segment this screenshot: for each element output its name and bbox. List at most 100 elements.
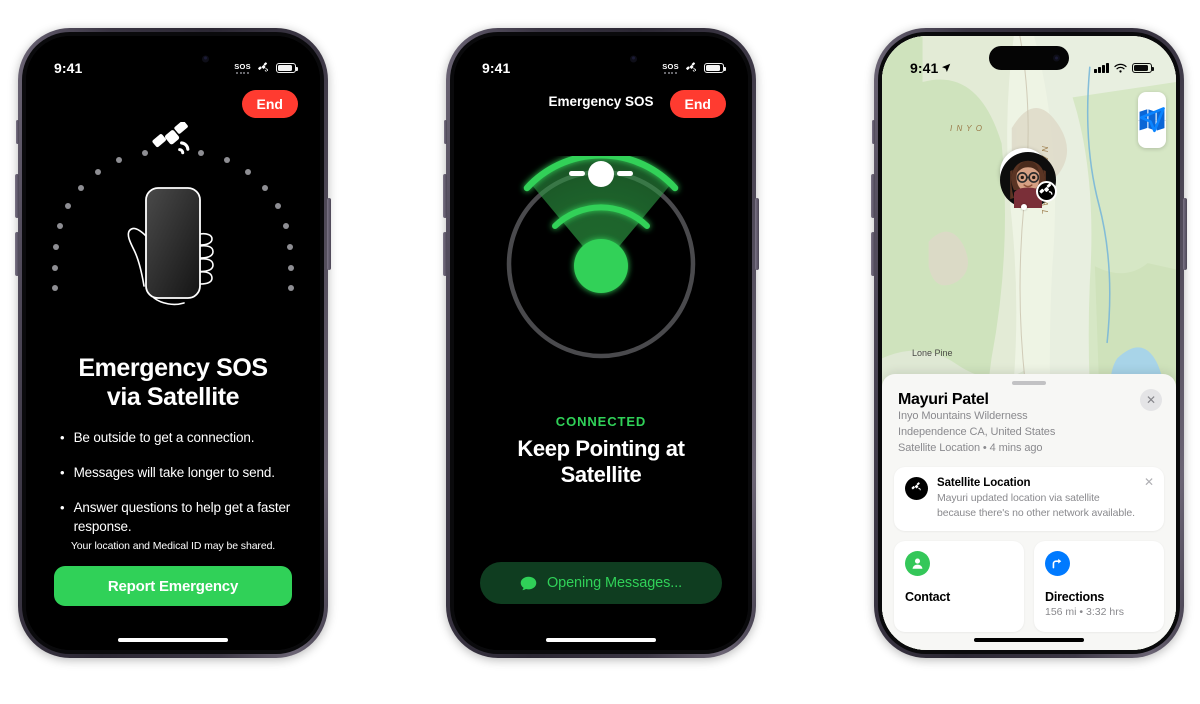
volume-up-button[interactable] bbox=[443, 174, 447, 218]
hand-holding-phone-icon bbox=[127, 187, 214, 306]
satellite-icon bbox=[258, 61, 269, 72]
phone-frame: 9:41 SOS bbox=[15, 28, 331, 658]
device-marker bbox=[574, 239, 628, 293]
phone-screen-1: 9:41 SOS End Emergency SOS via Satellite… bbox=[26, 36, 320, 650]
status-indicators bbox=[1094, 63, 1154, 74]
status-bar: 9:41 bbox=[882, 36, 1176, 86]
title-line-2: via Satellite bbox=[106, 383, 240, 411]
location-arrow-icon bbox=[1139, 107, 1165, 133]
title-line-1: Emergency SOS bbox=[78, 354, 268, 382]
phone-frame: I N Y O N A T I O N A L Lone Pine bbox=[871, 28, 1187, 658]
bullet-dot: • bbox=[60, 430, 65, 445]
cellular-bars-icon bbox=[1094, 63, 1109, 73]
satellite-panel-left bbox=[569, 171, 585, 176]
end-button[interactable]: End bbox=[241, 90, 298, 118]
opening-messages-label: Opening Messages... bbox=[546, 575, 683, 591]
silent-switch[interactable] bbox=[872, 120, 875, 144]
notice-title: Satellite Location bbox=[937, 476, 1031, 489]
message-bubble-icon bbox=[520, 576, 537, 590]
phone-screen-2: 9:41 SOS Emergency SOS End CONNECTED Kee… bbox=[454, 36, 748, 650]
contact-button[interactable]: Contact bbox=[894, 540, 1024, 632]
silent-switch[interactable] bbox=[444, 120, 447, 144]
headline-line-2: Satellite bbox=[560, 462, 642, 488]
person-location-1: Inyo Mountains Wilderness bbox=[898, 410, 1028, 422]
status-bar: 9:41 SOS bbox=[454, 36, 748, 86]
phone-bezel: I N Y O N A T I O N A L Lone Pine bbox=[878, 32, 1180, 654]
map-label-lone-pine: Lone Pine bbox=[912, 348, 953, 358]
person-timestamp: Satellite Location • 4 mins ago bbox=[898, 441, 1043, 454]
sos-illustration bbox=[26, 108, 320, 348]
status-time: 9:41 bbox=[910, 60, 951, 76]
satellite-marker bbox=[588, 161, 614, 187]
status-time: 9:41 bbox=[54, 60, 83, 76]
opening-messages-button[interactable]: Opening Messages... bbox=[480, 562, 722, 604]
bullet-text: Answer questions to help get a faster re… bbox=[73, 500, 291, 534]
power-button[interactable] bbox=[755, 198, 759, 270]
pin-tip bbox=[1021, 204, 1027, 210]
place-card-sheet: Mayuri Patel Inyo Mountains Wilderness I… bbox=[882, 374, 1176, 650]
power-button[interactable] bbox=[327, 198, 331, 270]
sos-indicator: SOS bbox=[234, 62, 251, 74]
person-location-2: Independence CA, United States bbox=[898, 425, 1056, 438]
bullet-dot: • bbox=[60, 500, 65, 515]
phone-mockup-1: 9:41 SOS End Emergency SOS via Satellite… bbox=[15, 28, 331, 658]
battery-icon bbox=[276, 63, 298, 73]
home-indicator[interactable] bbox=[546, 637, 656, 642]
volume-down-button[interactable] bbox=[15, 232, 19, 276]
status-indicators: SOS bbox=[662, 61, 726, 75]
map-label-park-1: I N Y O bbox=[950, 124, 983, 133]
volume-down-button[interactable] bbox=[871, 232, 875, 276]
phone-frame: 9:41 SOS bbox=[443, 28, 759, 658]
list-item: • Be outside to get a connection. bbox=[60, 428, 298, 447]
location-arrow-icon bbox=[942, 63, 951, 72]
wifi-icon bbox=[1114, 63, 1127, 73]
phone-bezel: 9:41 SOS bbox=[22, 32, 324, 654]
status-bar: 9:41 SOS bbox=[26, 36, 320, 86]
page-title: Emergency SOS via Satellite bbox=[26, 354, 320, 412]
satellite-panel-right bbox=[617, 171, 633, 176]
battery-icon bbox=[1132, 63, 1154, 73]
satellite-icon bbox=[686, 61, 697, 72]
person-icon bbox=[905, 550, 930, 576]
list-item: • Answer questions to help get a faster … bbox=[60, 498, 298, 536]
phone-bezel: 9:41 SOS bbox=[450, 32, 752, 654]
satellite-pointing-radar bbox=[506, 156, 696, 359]
phone-mockup-3: I N Y O N A T I O N A L Lone Pine bbox=[871, 28, 1187, 658]
phone-mockup-2: 9:41 SOS Emergency SOS End CONNECTED Kee… bbox=[443, 28, 759, 658]
volume-up-button[interactable] bbox=[871, 174, 875, 218]
locate-me-button[interactable] bbox=[1138, 107, 1166, 148]
headline: Keep Pointing at Satellite bbox=[454, 436, 748, 489]
bullet-text: Messages will take longer to send. bbox=[73, 465, 275, 480]
directions-sub: 156 mi • 3:32 hrs bbox=[1045, 605, 1124, 618]
screenshot-stage: 9:41 SOS End Emergency SOS via Satellite… bbox=[0, 0, 1200, 704]
bullet-dot: • bbox=[60, 465, 65, 480]
contact-label: Contact bbox=[905, 589, 951, 604]
sos-indicator: SOS bbox=[662, 62, 679, 74]
status-time: 9:41 bbox=[482, 60, 511, 76]
end-button[interactable]: End bbox=[669, 90, 726, 118]
home-indicator[interactable] bbox=[118, 637, 228, 642]
satellite-badge bbox=[1036, 181, 1057, 202]
directions-label: Directions bbox=[1045, 589, 1105, 604]
map-controls bbox=[1138, 92, 1166, 148]
directions-button[interactable]: Directions 156 mi • 3:32 hrs bbox=[1034, 540, 1164, 632]
power-button[interactable] bbox=[1183, 198, 1187, 270]
silent-switch[interactable] bbox=[16, 120, 19, 144]
volume-down-button[interactable] bbox=[443, 232, 447, 276]
notice-body: Mayuri updated location via satellite be… bbox=[937, 491, 1135, 519]
person-map-pin[interactable] bbox=[1000, 148, 1057, 212]
headline-line-1: Keep Pointing at bbox=[517, 436, 685, 461]
home-indicator[interactable] bbox=[974, 637, 1084, 642]
report-emergency-button[interactable]: Report Emergency bbox=[54, 566, 292, 606]
directions-arrow-icon bbox=[1045, 550, 1070, 576]
battery-icon bbox=[704, 63, 726, 73]
status-indicators: SOS bbox=[234, 61, 298, 75]
connection-status: CONNECTED bbox=[555, 414, 647, 429]
person-name: Mayuri Patel bbox=[898, 391, 989, 408]
bullet-list: • Be outside to get a connection. • Mess… bbox=[60, 428, 298, 552]
list-item: • Messages will take longer to send. bbox=[60, 463, 298, 482]
close-icon[interactable]: ✕ bbox=[1140, 389, 1162, 411]
card-header: Mayuri Patel Inyo Mountains Wilderness I… bbox=[882, 385, 1176, 457]
volume-up-button[interactable] bbox=[15, 174, 19, 218]
close-icon[interactable]: ✕ bbox=[1144, 475, 1154, 489]
